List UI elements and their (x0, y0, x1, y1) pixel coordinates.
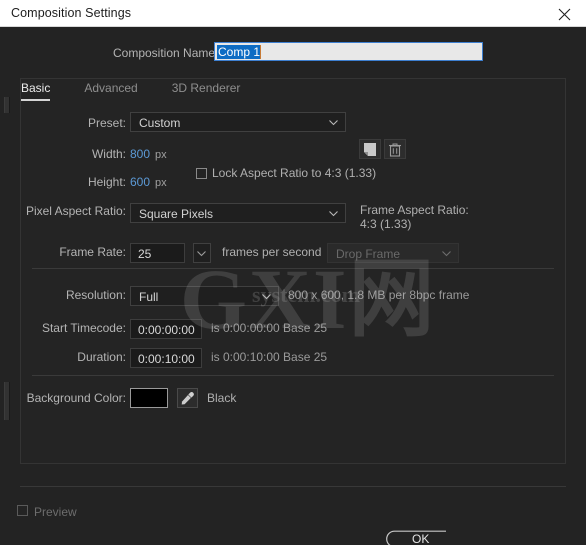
eyedropper-button[interactable] (177, 388, 198, 408)
duration-label: Duration: (77, 350, 126, 364)
drop-frame-dropdown: Drop Frame (327, 243, 459, 263)
delete-preset-button[interactable] (384, 139, 406, 159)
composition-name-input[interactable]: Comp 1 (214, 42, 483, 61)
start-timecode-input[interactable]: 0:00:00:00 (130, 319, 202, 339)
pixel-aspect-ratio-label: Pixel Aspect Ratio: (25, 204, 126, 218)
duration-value: 0:00:10:00 (138, 352, 195, 366)
window-title: Composition Settings (11, 6, 132, 20)
settings-tabs: Basic Advanced 3D Renderer (21, 81, 274, 105)
composition-name-row: Composition Name: Comp 1 (0, 42, 586, 64)
panel-edge-bottom (4, 382, 10, 420)
resolution-dropdown[interactable]: Full (130, 286, 279, 306)
background-color-name: Black (207, 391, 237, 405)
chevron-down-icon (197, 251, 206, 257)
footer-separator (20, 486, 566, 487)
width-unit: px (155, 149, 167, 161)
frame-rate-units-dropdown[interactable] (193, 243, 211, 263)
trash-icon (389, 143, 401, 157)
width-value[interactable]: 800 (130, 147, 150, 161)
height-unit: px (155, 177, 167, 189)
resolution-value: Full (139, 290, 159, 304)
composition-name-label: Composition Name: (113, 46, 219, 60)
start-timecode-value: 0:00:00:00 (138, 323, 195, 337)
tab-basic[interactable]: Basic (21, 81, 51, 101)
chevron-down-icon (329, 120, 338, 126)
tab-3d-renderer[interactable]: 3D Renderer (172, 81, 241, 101)
frame-rate-value: 25 (138, 247, 152, 261)
height-value[interactable]: 600 (130, 175, 150, 189)
composition-settings-dialog: Composition Settings Composition Name: C… (0, 0, 586, 545)
duration-input[interactable]: 0:00:10:00 (130, 348, 202, 368)
resolution-label: Resolution: (65, 288, 126, 302)
height-label: Height: (87, 175, 126, 189)
tab-3d-renderer-label: 3D Renderer (171, 81, 241, 95)
preview-label: Preview (34, 505, 77, 519)
background-color-swatch[interactable] (130, 388, 168, 408)
duration-info: is 0:00:10:00 Base 25 (211, 350, 328, 364)
frame-rate-units-label: frames per second (222, 245, 322, 259)
eyedropper-icon (181, 392, 194, 405)
lock-aspect-ratio-checkbox[interactable] (196, 168, 207, 179)
chevron-down-icon (442, 251, 451, 257)
close-button[interactable] (542, 0, 586, 27)
separator-top (32, 268, 554, 269)
width-label: Width: (91, 147, 126, 161)
title-bar: Composition Settings (0, 0, 586, 27)
frame-aspect-ratio-label: Frame Aspect Ratio: (360, 203, 469, 217)
preset-value: Custom (139, 116, 181, 130)
close-icon (558, 8, 571, 21)
start-timecode-info: is 0:00:00:00 Base 25 (211, 321, 328, 335)
frame-rate-label: Frame Rate: (59, 245, 126, 259)
start-timecode-label: Start Timecode: (41, 321, 126, 335)
ok-button-label: OK (412, 532, 430, 545)
text-caret (260, 45, 261, 59)
tab-advanced[interactable]: Advanced (84, 81, 137, 101)
preset-dropdown[interactable]: Custom (130, 112, 346, 132)
frame-rate-input[interactable]: 25 (130, 243, 185, 263)
save-preset-icon (364, 143, 376, 156)
chevron-down-icon (262, 294, 271, 300)
pixel-aspect-ratio-value: Square Pixels (139, 207, 214, 221)
preview-checkbox (17, 505, 28, 516)
save-preset-button[interactable] (359, 139, 381, 159)
tab-basic-label: Basic (21, 81, 51, 95)
preset-label: Preset: (87, 116, 126, 130)
separator-bottom (32, 375, 554, 376)
drop-frame-value: Drop Frame (336, 247, 401, 261)
tab-advanced-label: Advanced (84, 81, 138, 95)
lock-aspect-ratio-label: Lock Aspect Ratio to 4:3 (1.33) (212, 166, 377, 180)
frame-aspect-ratio-value: 4:3 (1.33) (360, 217, 412, 231)
pixel-aspect-ratio-dropdown[interactable]: Square Pixels (130, 203, 346, 223)
panel-edge-top (4, 97, 10, 113)
chevron-down-icon (329, 211, 338, 217)
background-color-label: Background Color: (26, 391, 126, 405)
basic-settings-panel (20, 78, 566, 464)
composition-name-value: Comp 1 (217, 45, 262, 59)
dialog-body: Composition Name: Comp 1 Basic Advanced … (0, 27, 586, 545)
resolution-info: 800 x 600, 1.8 MB per 8bpc frame (288, 288, 470, 302)
